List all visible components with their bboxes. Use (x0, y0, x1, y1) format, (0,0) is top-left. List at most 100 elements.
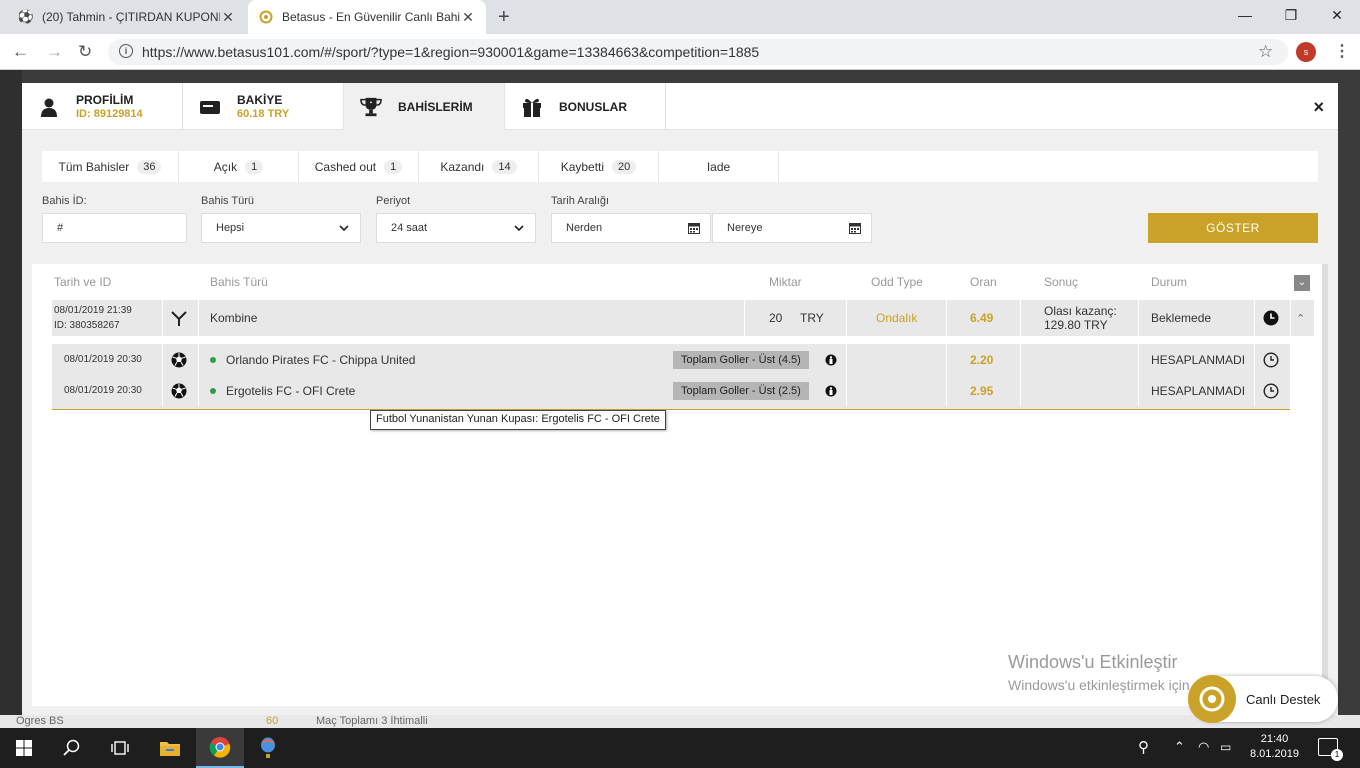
collapse-all-icon[interactable]: ⌄ (1294, 275, 1310, 291)
notification-icon[interactable]: 1 (1318, 738, 1343, 761)
header-bet-type: Bahis Türü (210, 275, 268, 289)
modal-tabs: PROFİLİM ID: 89129814 BAKİYE 60.18 TRY B… (22, 83, 1338, 130)
filter-won[interactable]: Kazandı 14 (419, 151, 539, 182)
tab-balance[interactable]: BAKİYE 60.18 TRY (183, 83, 344, 130)
live-support-label: Canlı Destek (1246, 691, 1321, 707)
forward-icon[interactable]: → (46, 42, 63, 62)
browser-tab-betasus[interactable]: Betasus - En Güvenilir Canlı Bahis ✕ (248, 0, 486, 34)
selection-row[interactable]: 08/01/2019 20:30 Ergotelis FC - OFI Cret… (52, 375, 1290, 406)
tab-profile[interactable]: PROFİLİM ID: 89129814 (22, 83, 183, 130)
filter-count: 1 (384, 159, 403, 174)
windows-start-icon[interactable] (0, 728, 48, 768)
filter-open[interactable]: Açık 1 (179, 151, 299, 182)
filter-label: Cashed out (314, 159, 377, 174)
match-tooltip: Futbol Yunanistan Yunan Kupası: Ergoteli… (370, 410, 666, 430)
clock-outline-icon (1263, 344, 1279, 375)
filter-refund[interactable]: Iade (659, 151, 779, 182)
bet-id: ID: 380358267 (54, 320, 120, 331)
date-to-input[interactable]: Nereye (712, 213, 872, 243)
bet-odd-type: Ondalık (876, 311, 918, 325)
minimize-icon[interactable]: — (1222, 0, 1268, 30)
modal-close-button[interactable]: × (1313, 97, 1324, 118)
reload-icon[interactable]: ↻ (78, 42, 92, 62)
calendar-icon[interactable] (688, 222, 700, 234)
filter-label: Kazandı (440, 159, 485, 174)
close-window-icon[interactable]: ✕ (1314, 0, 1360, 30)
filter-label: Tüm Bahisler (58, 159, 130, 174)
filter-lost[interactable]: Kaybetti 20 (539, 151, 659, 182)
close-tab-icon[interactable]: ✕ (220, 9, 236, 26)
chrome-icon[interactable] (196, 728, 244, 768)
filter-all[interactable]: Tüm Bahisler 36 (42, 151, 179, 182)
windows-taskbar: ⚲ ⌃ ◠ ▭ 21:40 8.01.2019 1 (0, 728, 1360, 768)
chevron-down-icon (514, 225, 524, 232)
filter-label: Iade (706, 159, 731, 174)
account-modal: PROFİLİM ID: 89129814 BAKİYE 60.18 TRY B… (22, 83, 1338, 715)
period-value: 24 saat (391, 222, 428, 234)
profile-avatar[interactable]: s (1296, 42, 1316, 62)
tab-bonuses[interactable]: BONUSLAR (505, 83, 666, 130)
bet-status: Beklemede (1151, 311, 1212, 325)
chevron-up-icon[interactable]: ⌃ (1296, 300, 1305, 336)
stats-icon[interactable] (825, 375, 837, 406)
menu-icon[interactable]: ⋮ (1334, 41, 1350, 61)
period-label: Periyot (376, 195, 411, 207)
header-amount: Miktar (769, 275, 802, 289)
calendar-icon[interactable] (849, 222, 861, 234)
task-view-icon[interactable] (96, 728, 144, 768)
bet-type-label: Bahis Türü (201, 195, 254, 207)
bet-type: Kombine (210, 311, 258, 325)
browser-tab-tahmin[interactable]: ⚽ (20) Tahmin - ÇITIRDAN KUPONL ✕ (8, 0, 246, 34)
bg-label: Ogres BS (16, 715, 64, 727)
clock-date: 8.01.2019 (1250, 748, 1299, 760)
chevron-up-icon[interactable]: ⌃ (1174, 739, 1185, 755)
selection-odds: 2.95 (970, 383, 994, 398)
battery-icon[interactable]: ▭ (1220, 740, 1231, 754)
wifi-icon[interactable]: ◠ (1198, 739, 1209, 755)
scrollbar[interactable] (1322, 264, 1328, 684)
selection-date: 08/01/2019 20:30 (64, 354, 142, 365)
period-select[interactable]: 24 saat (376, 213, 536, 243)
tab-my-bets[interactable]: BAHİSLERİM (344, 83, 505, 130)
people-icon[interactable]: ⚲ (1138, 738, 1149, 756)
table-row[interactable]: 08/01/2019 21:39 ID: 380358267 Kombine 2… (52, 300, 1314, 336)
date-from-input[interactable]: Nerden (551, 213, 711, 243)
live-support-button[interactable]: Canlı Destek (1188, 675, 1338, 723)
header-result: Sonuç (1044, 275, 1079, 289)
system-clock[interactable]: 21:40 8.01.2019 (1250, 732, 1299, 762)
bet-id-value: # (57, 222, 64, 234)
selection-odds: 2.20 (970, 352, 994, 367)
filter-count: 14 (492, 159, 517, 174)
balloon-app-icon[interactable] (244, 728, 292, 768)
info-icon[interactable]: i (119, 44, 133, 58)
bet-status-filters: Tüm Bahisler 36 Açık 1 Cashed out 1 Kazandı… (42, 151, 1318, 182)
tab-profile-label: PROFİLİM (76, 93, 134, 107)
header-date-id: Tarih ve ID (54, 275, 112, 289)
selection-date: 08/01/2019 20:30 (64, 385, 142, 396)
football-icon (171, 375, 187, 406)
combo-icon (170, 300, 188, 336)
url-field[interactable]: i https://www.betasus101.com/#/sport/?ty… (108, 39, 1288, 65)
page-bottom-strip: Ogres BS 60 Maç Toplamı 3 İhtimalli (0, 715, 1360, 728)
show-button[interactable]: GÖSTER (1148, 213, 1318, 243)
clock-time: 21:40 (1260, 733, 1289, 745)
back-icon[interactable]: ← (12, 42, 29, 62)
date-range-label: Tarih Aralığı (551, 195, 610, 207)
stats-icon[interactable] (825, 344, 837, 375)
selection-match: Ergotelis FC - OFI Crete (226, 383, 356, 398)
bet-id-label: Bahis İD: (42, 195, 87, 207)
close-tab-icon[interactable]: ✕ (460, 9, 476, 26)
file-explorer-icon[interactable] (146, 728, 194, 768)
bookmark-star-icon[interactable]: ☆ (1258, 42, 1273, 62)
restore-icon[interactable]: ❐ (1268, 0, 1314, 30)
selection-row[interactable]: 08/01/2019 20:30 Orlando Pirates FC - Ch… (52, 344, 1290, 375)
new-tab-button[interactable]: + (498, 6, 510, 29)
bet-type-select[interactable]: Hepsi (201, 213, 361, 243)
bet-date: 08/01/2019 21:39 (54, 305, 132, 316)
filter-cashed-out[interactable]: Cashed out 1 (299, 151, 419, 182)
search-icon[interactable] (48, 728, 96, 768)
bet-id-input[interactable]: # (42, 213, 187, 243)
notification-count: 1 (1331, 749, 1343, 761)
url-text: https://www.betasus101.com/#/sport/?type… (142, 44, 760, 60)
user-icon (38, 96, 60, 118)
